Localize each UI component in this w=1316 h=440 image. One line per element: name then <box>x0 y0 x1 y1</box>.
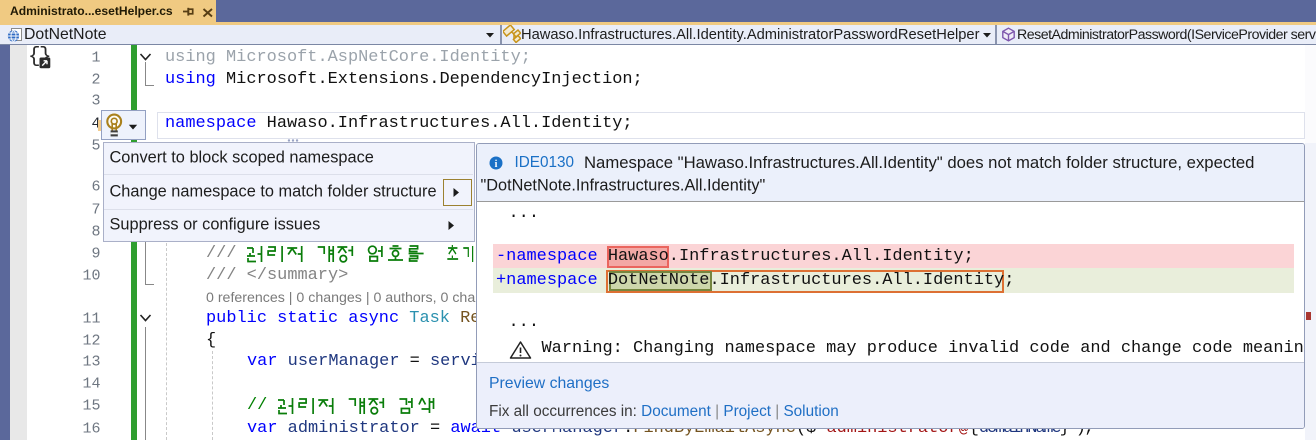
svg-text:i: i <box>495 159 498 170</box>
